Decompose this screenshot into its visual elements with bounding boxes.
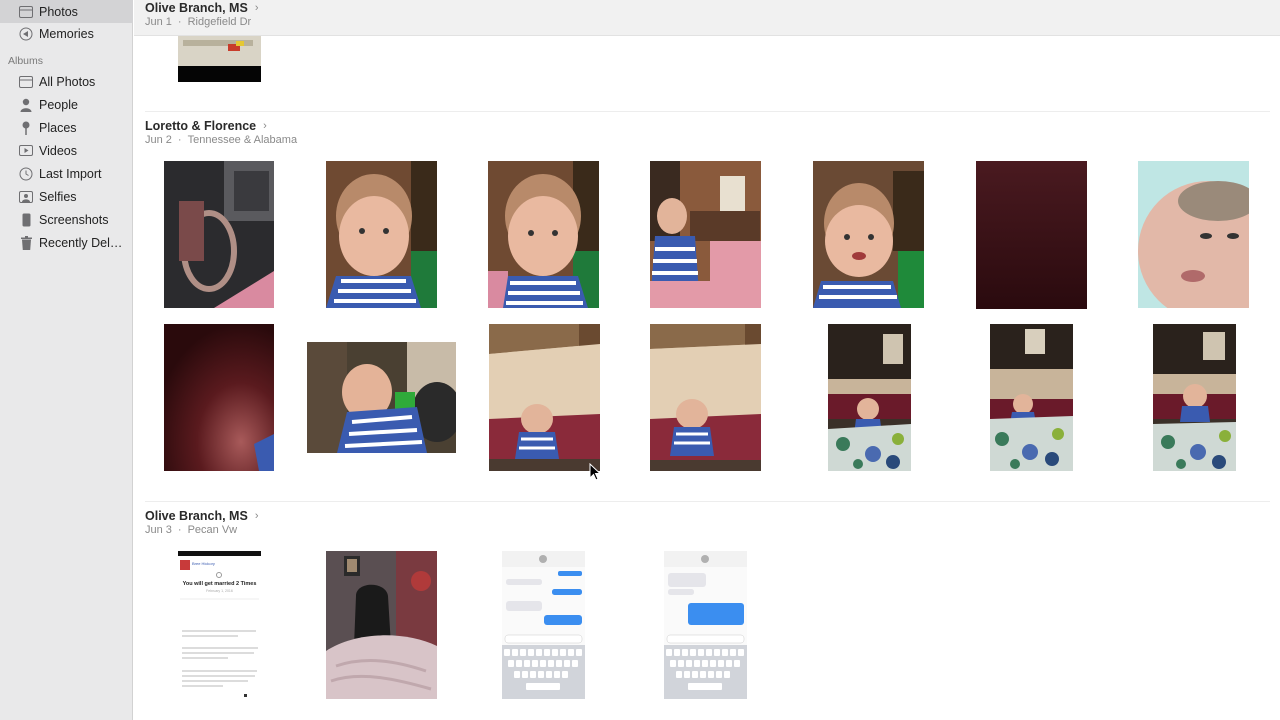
moment-title[interactable]: Loretto & Florence › — [145, 119, 267, 133]
photo-thumbnail[interactable] — [489, 324, 600, 471]
separator-dot: · — [177, 524, 182, 536]
sidebar-item-videos[interactable]: Videos — [0, 139, 133, 162]
moment-title[interactable]: Olive Branch, MS › — [145, 509, 258, 523]
photo-thumbnail[interactable]: Bree Hickory You will get married 2 Time… — [178, 551, 261, 699]
sidebar-item-label: Recently Dele... — [39, 235, 127, 250]
moment-date: Jun 3 — [145, 524, 172, 536]
photo-thumbnail[interactable] — [488, 161, 599, 308]
sidebar-section-albums: Albums — [8, 55, 44, 67]
photo-thumbnail[interactable] — [1153, 324, 1236, 471]
moment-divider — [145, 501, 1270, 502]
trash-icon — [18, 235, 34, 251]
photo-thumbnail[interactable] — [1138, 161, 1249, 308]
sidebar-item-photos[interactable]: Photos — [0, 0, 133, 23]
clock-icon — [18, 166, 34, 182]
photo-thumbnail[interactable] — [650, 161, 761, 308]
moment-title-text: Olive Branch, MS — [145, 509, 248, 523]
photo-thumbnail[interactable] — [990, 324, 1073, 471]
photo-thumbnail[interactable] — [813, 161, 924, 308]
video-icon — [18, 143, 34, 159]
sidebar-item-label: Videos — [39, 143, 77, 158]
moment-divider — [145, 111, 1270, 112]
sidebar-item-label: Screenshots — [39, 212, 109, 227]
moment-date: Jun 2 — [145, 134, 172, 146]
chevron-right-icon: › — [254, 2, 259, 14]
sidebar-item-recently-deleted[interactable]: Recently Dele... — [0, 231, 133, 254]
moment-location: Tennessee & Alabama — [187, 134, 298, 146]
sidebar-item-label: Photos — [39, 4, 78, 19]
photo-thumbnail[interactable] — [828, 324, 911, 471]
chevron-right-icon: › — [263, 120, 267, 132]
sidebar-item-people[interactable]: People — [0, 93, 133, 116]
sidebar-item-memories[interactable]: Memories — [0, 22, 133, 45]
photo-thumbnail[interactable] — [976, 161, 1087, 309]
photo-thumbnail[interactable] — [326, 551, 437, 699]
sidebar-item-label: All Photos — [39, 74, 96, 89]
photo-thumbnail[interactable] — [178, 36, 261, 82]
photo-thumbnail[interactable] — [307, 342, 456, 453]
sidebar-item-screenshots[interactable]: Screenshots — [0, 208, 133, 231]
moment-title-text: Loretto & Florence — [145, 119, 257, 133]
pin-icon — [18, 120, 34, 136]
moment-subtitle: Jun 3 · Pecan Vw — [145, 524, 237, 536]
moment-header-sticky: Olive Branch, MS › Jun 1 · Ridgefield Dr — [134, 0, 1280, 36]
phone-icon — [18, 212, 34, 228]
all-photos-icon — [18, 74, 34, 90]
moment-subtitle: Jun 1 · Ridgefield Dr — [145, 16, 251, 28]
photo-thumbnail[interactable] — [664, 551, 747, 699]
photos-icon — [18, 4, 34, 20]
moment-location: Pecan Vw — [187, 524, 238, 536]
moment-date: Jun 1 — [145, 16, 172, 28]
sidebar-item-all-photos[interactable]: All Photos — [0, 70, 133, 93]
chevron-right-icon: › — [254, 510, 259, 522]
sidebar-item-places[interactable]: Places — [0, 116, 133, 139]
photo-thumbnail[interactable] — [164, 161, 274, 308]
selfie-icon — [18, 189, 34, 205]
separator-dot: · — [177, 134, 182, 146]
photo-thumbnail[interactable] — [164, 324, 274, 471]
moment-subtitle: Jun 2 · Tennessee & Alabama — [145, 134, 297, 146]
photos-app: Photos Memories Albums All Photos People — [0, 0, 1280, 720]
sidebar-item-label: People — [39, 97, 78, 112]
sidebar-item-label: Last Import — [39, 166, 102, 181]
moment-title-text: Olive Branch, MS — [145, 1, 248, 15]
sidebar-item-label: Selfies — [39, 189, 77, 204]
photo-thumbnail[interactable] — [502, 551, 585, 699]
sidebar-item-selfies[interactable]: Selfies — [0, 185, 133, 208]
moment-location: Ridgefield Dr — [187, 16, 252, 28]
sidebar-item-last-import[interactable]: Last Import — [0, 162, 133, 185]
photo-thumbnail[interactable] — [326, 161, 437, 308]
sidebar: Photos Memories Albums All Photos People — [0, 0, 133, 720]
photo-thumbnail[interactable] — [650, 324, 761, 471]
separator-dot: · — [177, 16, 182, 28]
sidebar-item-label: Places — [39, 120, 77, 135]
mouse-cursor-icon — [589, 462, 602, 481]
person-icon — [18, 97, 34, 113]
sidebar-item-label: Memories — [39, 26, 94, 41]
moment-title[interactable]: Olive Branch, MS › — [145, 1, 258, 15]
moments-view: Olive Branch, MS › Jun 1 · Ridgefield Dr L… — [134, 0, 1280, 720]
memories-icon — [18, 26, 34, 42]
